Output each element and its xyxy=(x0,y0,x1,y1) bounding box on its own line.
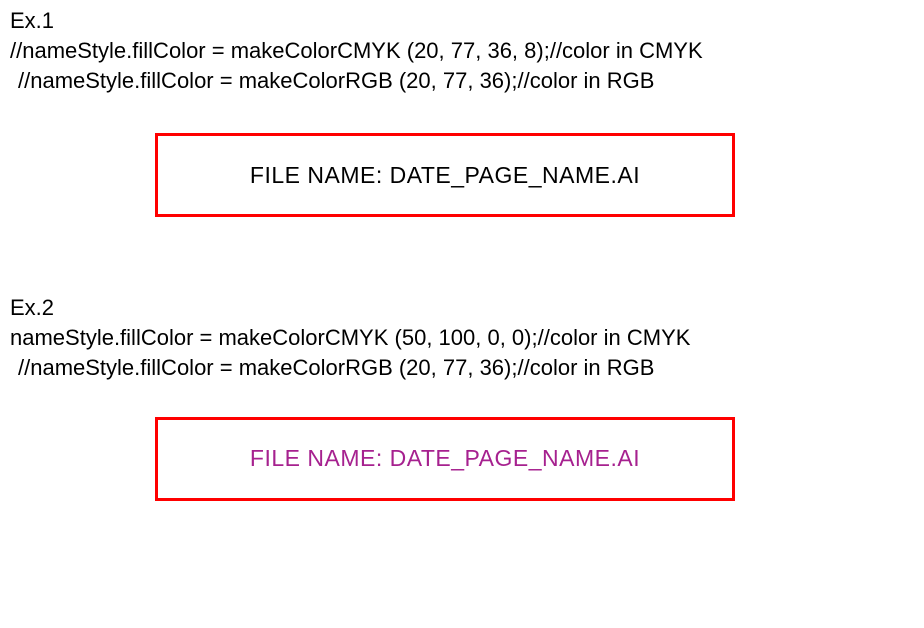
example-2-code-line-1: nameStyle.fillColor = makeColorCMYK (50,… xyxy=(10,323,914,353)
example-1-code-line-1: //nameStyle.fillColor = makeColorCMYK (2… xyxy=(10,36,914,66)
example-2-output-text: FILE NAME: DATE_PAGE_NAME.AI xyxy=(250,445,640,472)
example-1-label: Ex.1 xyxy=(10,8,914,34)
section-gap xyxy=(10,217,914,295)
example-2-label: Ex.2 xyxy=(10,295,914,321)
example-2-output-box: FILE NAME: DATE_PAGE_NAME.AI xyxy=(155,417,735,501)
example-1-section: Ex.1 //nameStyle.fillColor = makeColorCM… xyxy=(10,8,914,217)
example-1-code-line-2: //nameStyle.fillColor = makeColorRGB (20… xyxy=(10,66,914,96)
example-2-code-line-2: //nameStyle.fillColor = makeColorRGB (20… xyxy=(10,353,914,383)
example-1-output-box: FILE NAME: DATE_PAGE_NAME.AI xyxy=(155,133,735,217)
example-1-output-text: FILE NAME: DATE_PAGE_NAME.AI xyxy=(250,162,640,189)
example-2-section: Ex.2 nameStyle.fillColor = makeColorCMYK… xyxy=(10,295,914,500)
